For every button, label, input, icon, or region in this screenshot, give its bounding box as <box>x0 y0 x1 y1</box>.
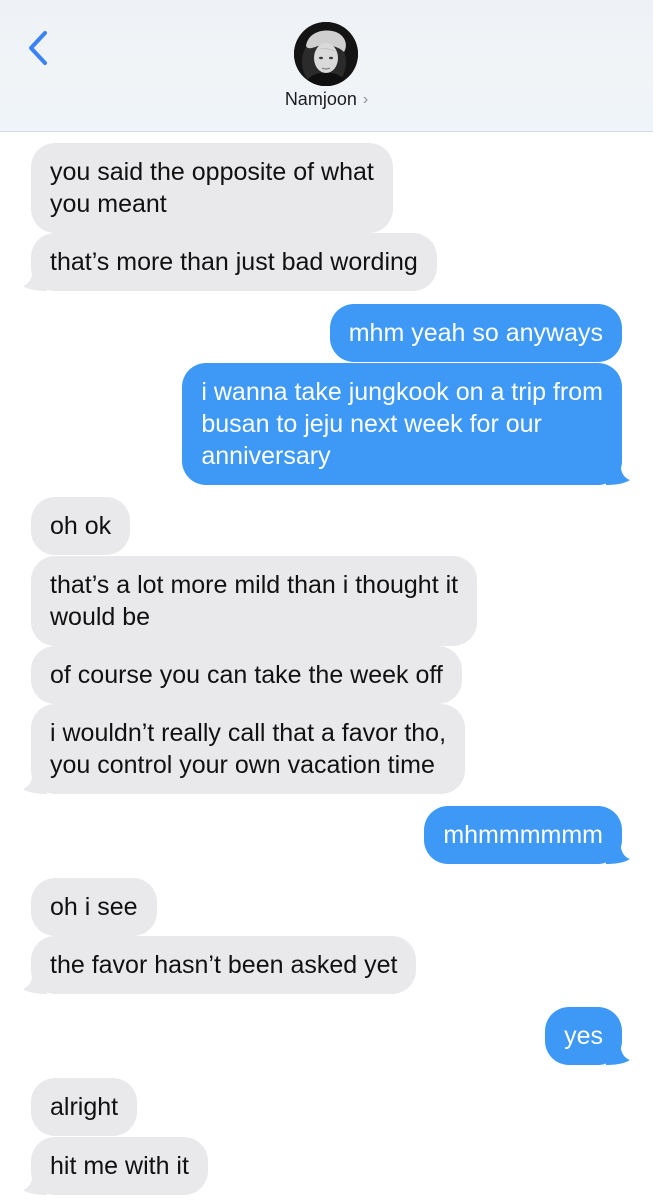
incoming-message[interactable]: i wouldn’t really call that a favor tho,… <box>23 704 466 794</box>
message-line: busan to jeju next week for our <box>201 410 542 438</box>
messages-screen: Namjoon › you said the opposite of what yo… <box>0 0 653 1200</box>
outgoing-message[interactable]: mhmmmmmm <box>424 806 630 864</box>
message-line: yes <box>564 1022 603 1050</box>
outgoing-message[interactable]: mhm yeah so anyways <box>329 304 622 362</box>
message-line: i wouldn’t really call that a favor tho, <box>50 719 447 747</box>
message-line: you meant <box>50 190 167 218</box>
message-line: mhm yeah so anyways <box>348 319 603 347</box>
message-line: hit me with it <box>50 1152 189 1180</box>
back-button[interactable] <box>24 28 54 68</box>
contact-name-button[interactable]: Namjoon › <box>0 89 653 110</box>
message-line: would be <box>50 603 151 631</box>
bubble-tail <box>23 269 47 291</box>
contact-avatar[interactable] <box>294 22 358 86</box>
message-line: oh ok <box>50 512 112 540</box>
message-line: you control your own vacation time <box>50 751 435 779</box>
message-line: of course you can take the week off <box>50 661 443 689</box>
bubble-tail <box>606 1043 630 1065</box>
outgoing-message[interactable]: i wanna take jungkook on a trip from busa… <box>182 363 630 485</box>
incoming-message[interactable]: of course you can take the week off <box>31 646 462 704</box>
chevron-right-icon: › <box>362 91 369 108</box>
message-line: that’s a lot more mild than i thought it <box>50 571 459 599</box>
message-line: alright <box>50 1093 119 1121</box>
incoming-message[interactable]: the favor hasn’t been asked yet <box>23 936 417 994</box>
bubble-tail <box>23 972 47 994</box>
message-line: anniversary <box>201 442 331 470</box>
message-line: mhmmmmmm <box>443 821 603 849</box>
message-line: the favor hasn’t been asked yet <box>50 951 398 979</box>
message-line: that’s more than just bad wording <box>50 248 418 276</box>
message-line: you said the opposite of what <box>50 158 374 186</box>
chevron-left-icon <box>29 31 47 65</box>
incoming-message[interactable]: that’s a lot more mild than i thought it… <box>31 556 478 646</box>
incoming-message[interactable]: that’s more than just bad wording <box>23 233 437 291</box>
avatar-photo <box>294 22 358 86</box>
incoming-message[interactable]: hit me with it <box>23 1137 208 1195</box>
bubble-tail <box>23 772 47 794</box>
incoming-message[interactable]: oh i see <box>31 878 157 936</box>
conversation-header: Namjoon › <box>0 0 653 132</box>
incoming-message[interactable]: alright <box>31 1078 138 1136</box>
bubble-tail <box>606 842 630 864</box>
message-line: i wanna take jungkook on a trip from <box>201 378 603 406</box>
contact-name: Namjoon <box>284 89 357 109</box>
outgoing-message[interactable]: yes <box>545 1007 630 1065</box>
incoming-message[interactable]: oh ok <box>31 497 131 555</box>
bubble-tail <box>606 463 630 485</box>
bubble-tail <box>23 1173 47 1195</box>
incoming-message[interactable]: you said the opposite of what you meant <box>31 143 393 233</box>
message-line: oh i see <box>50 893 138 921</box>
